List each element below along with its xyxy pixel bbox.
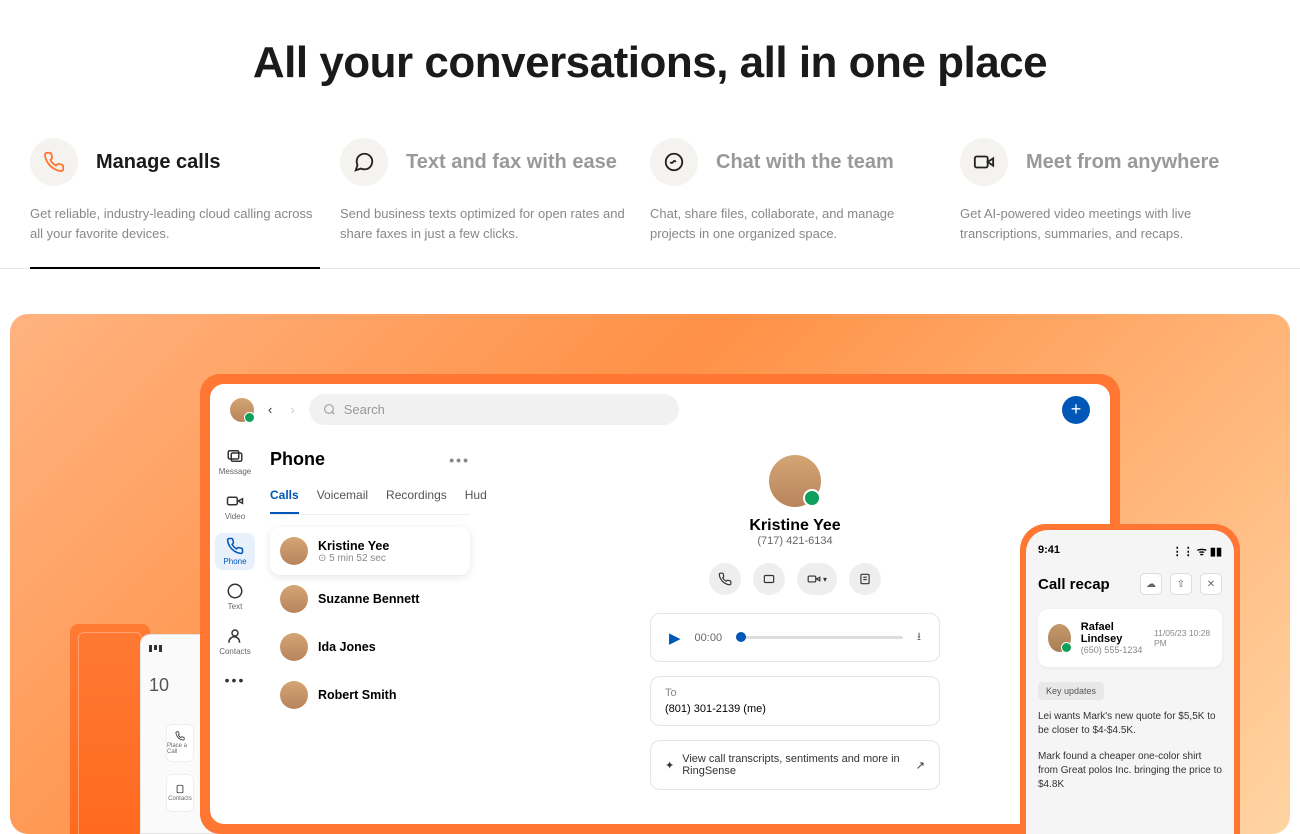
status-icons: ⋮⋮ ᯤ ▮▮	[1172, 544, 1222, 559]
feature-title: Manage calls	[96, 151, 221, 174]
panel-title: Phone•••	[270, 449, 470, 470]
call-item[interactable]: Ida Jones	[270, 623, 470, 671]
recap-title: Call recap	[1038, 576, 1110, 593]
update-text: Mark found a cheaper one-color shirt fro…	[1038, 750, 1222, 792]
avatar	[280, 585, 308, 613]
contact-avatar	[769, 455, 821, 507]
place-call-button[interactable]: Place a Call	[166, 724, 194, 762]
call-button[interactable]	[709, 563, 741, 595]
feature-desc: Send business texts optimized for open r…	[340, 204, 650, 243]
video-icon	[960, 138, 1008, 186]
hero-title: All your conversations, all in one place	[0, 0, 1300, 138]
play-icon[interactable]: ▶	[669, 629, 681, 647]
subtab-recordings[interactable]: Recordings	[386, 488, 447, 514]
call-item[interactable]: Kristine Yee⊙ 5 min 52 sec	[270, 527, 470, 575]
sidenav-contacts[interactable]: Contacts	[215, 623, 255, 660]
download-icon[interactable]: ⭳	[917, 628, 921, 647]
phone-status-bar: 9:41 ⋮⋮ ᯤ ▮▮	[1038, 544, 1222, 559]
notes-button[interactable]	[849, 563, 881, 595]
feature-title: Text and fax with ease	[406, 151, 617, 174]
sidenav-video[interactable]: Video	[215, 488, 255, 525]
external-link-icon: ↗	[916, 759, 925, 772]
more-icon[interactable]: •••	[449, 452, 470, 468]
call-detail: Kristine Yee (717) 421-6134 ▾ ▶ 00:00	[480, 435, 1110, 824]
feature-desc: Get reliable, industry-leading cloud cal…	[30, 204, 340, 243]
key-updates-badge: Key updates	[1038, 682, 1104, 700]
speech-bubble-icon	[340, 138, 388, 186]
contact-phone: (717) 421-6134	[757, 535, 832, 547]
contact-name: Kristine Yee	[749, 517, 840, 535]
tab-chat-team[interactable]: Chat with the team Chat, share files, co…	[650, 138, 960, 268]
share-icon[interactable]: ⇧	[1170, 573, 1192, 595]
avatar	[1048, 624, 1071, 652]
add-button[interactable]: +	[1062, 396, 1090, 424]
tab-manage-calls[interactable]: Manage calls Get reliable, industry-lead…	[30, 138, 340, 268]
sidenav-more[interactable]: •••	[215, 668, 255, 692]
search-icon	[323, 403, 336, 416]
user-avatar[interactable]	[230, 398, 254, 422]
transcript-link[interactable]: ✦ View call transcripts, sentiments and …	[650, 740, 940, 790]
desk-object	[70, 624, 150, 834]
feature-title: Meet from anywhere	[1026, 151, 1219, 174]
feature-desc: Get AI-powered video meetings with live …	[960, 204, 1270, 243]
sidenav: Message Video Phone Text Contacts •••	[210, 435, 260, 824]
chat-icon	[650, 138, 698, 186]
cloud-icon[interactable]: ☁	[1140, 573, 1162, 595]
app-header: ‹› Search +	[210, 384, 1110, 435]
contacts-button[interactable]: Contacts	[166, 774, 194, 812]
call-item[interactable]: Robert Smith	[270, 671, 470, 719]
update-text: Lei wants Mark's new quote for $5,5K to …	[1038, 710, 1222, 738]
phone-icon	[30, 138, 78, 186]
avatar	[280, 681, 308, 709]
sidenav-message[interactable]: Message	[215, 443, 255, 480]
feature-title: Chat with the team	[716, 151, 894, 174]
nav-back-forward[interactable]: ‹›	[268, 402, 295, 417]
feature-tabs: Manage calls Get reliable, industry-lead…	[0, 138, 1300, 269]
tab-text-fax[interactable]: Text and fax with ease Send business tex…	[340, 138, 650, 268]
audio-track[interactable]	[736, 636, 903, 639]
video-button[interactable]: ▾	[797, 563, 837, 595]
sidenav-phone[interactable]: Phone	[215, 533, 255, 570]
tab-meet-anywhere[interactable]: Meet from anywhere Get AI-powered video …	[960, 138, 1270, 268]
menu-icon	[149, 645, 163, 653]
search-input[interactable]: Search	[309, 394, 679, 425]
showcase-image: 10 Place a Call Contacts ‹› Search + Mes…	[10, 314, 1290, 834]
audio-player[interactable]: ▶ 00:00 ⭳	[650, 613, 940, 662]
avatar	[280, 537, 308, 565]
feature-desc: Chat, share files, collaborate, and mana…	[650, 204, 960, 243]
call-list: Phone••• Calls Voicemail Recordings Hud …	[260, 435, 480, 824]
sidenav-text[interactable]: Text	[215, 578, 255, 615]
subtab-calls[interactable]: Calls	[270, 488, 299, 514]
tablet-mockup: ‹› Search + Message Video Phone Text Con…	[200, 374, 1120, 834]
to-section: To (801) 301-2139 (me)	[650, 676, 940, 726]
phone-mockup: 9:41 ⋮⋮ ᯤ ▮▮ Call recap ☁ ⇧ ✕ Rafael Lin…	[1020, 524, 1240, 834]
contact-card[interactable]: Rafael Lindsey (650) 555-1234 11/05/23 1…	[1038, 609, 1222, 667]
call-item[interactable]: Suzanne Bennett	[270, 575, 470, 623]
sparkle-icon: ✦	[665, 759, 674, 772]
close-icon[interactable]: ✕	[1200, 573, 1222, 595]
message-button[interactable]	[753, 563, 785, 595]
subtab-voicemail[interactable]: Voicemail	[317, 488, 368, 514]
avatar	[280, 633, 308, 661]
